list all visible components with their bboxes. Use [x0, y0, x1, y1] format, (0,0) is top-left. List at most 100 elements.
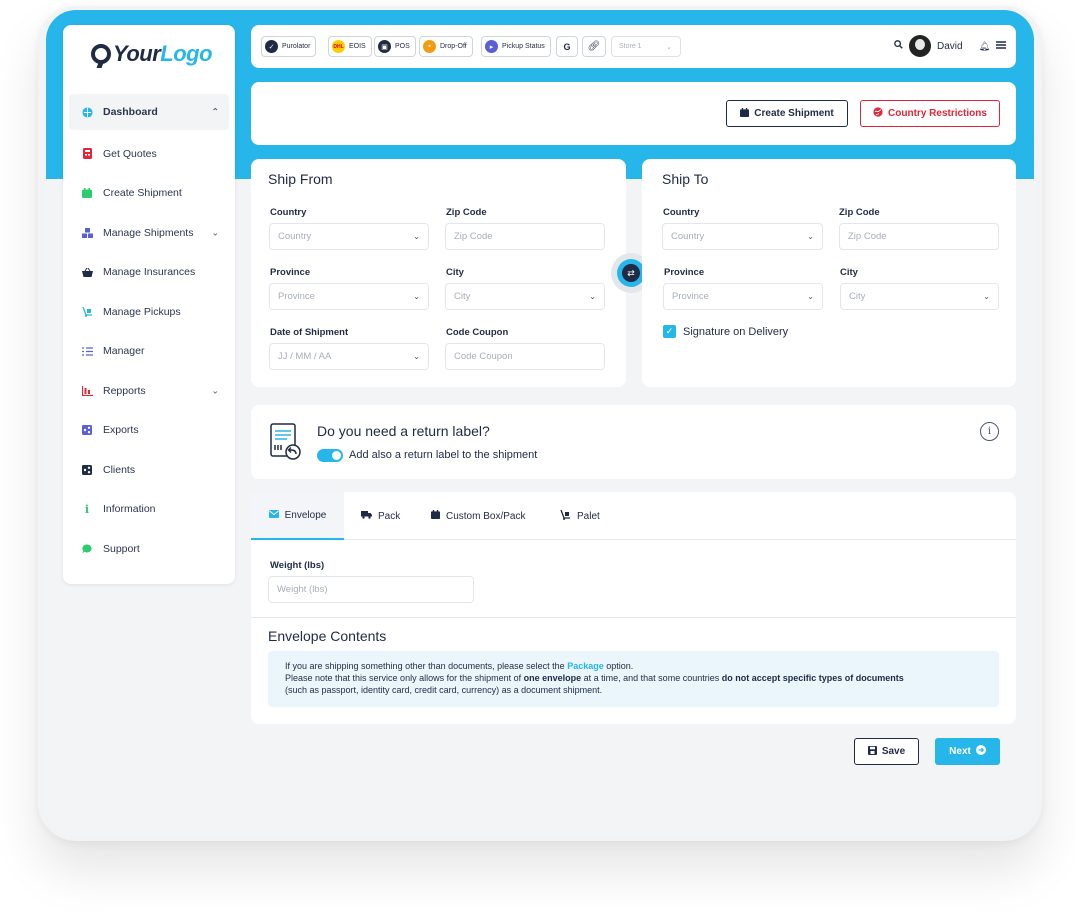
calendar-icon	[740, 107, 750, 120]
section-divider	[251, 617, 1016, 618]
sidebar-item-exports[interactable]: Exports	[69, 411, 229, 451]
shortcut-eois[interactable]: DHL EOIS	[328, 36, 372, 57]
store-select[interactable]: Store 1 ⌄	[611, 36, 681, 57]
calendar-icon	[81, 187, 93, 199]
share-icon	[81, 464, 93, 476]
return-label-toggle[interactable]	[317, 449, 343, 462]
shortcut-pos[interactable]: ▣ POS	[374, 36, 416, 57]
logo[interactable]: Your Logo	[91, 41, 213, 67]
from-province-select[interactable]: Province ⌄	[269, 283, 429, 310]
to-country-label: Country	[663, 207, 700, 218]
shortcut-pickup-status[interactable]: ▸ Pickup Status	[481, 36, 551, 57]
user-name[interactable]: David	[937, 41, 963, 52]
shortcut-label: Drop-Off	[440, 43, 467, 50]
to-zip-label: Zip Code	[839, 207, 880, 218]
calculator-icon	[81, 148, 93, 160]
sidebar: Your Logo Dashboard ⌃ Get Quotes Create S…	[63, 25, 235, 584]
chevron-down-icon: ⌄	[589, 292, 596, 301]
tab-pack[interactable]: Pack	[361, 492, 400, 540]
chevron-down-icon: ⌄	[211, 227, 219, 238]
weight-input[interactable]: Weight (lbs)	[268, 576, 474, 603]
globe-icon	[873, 107, 883, 120]
chat-icon	[81, 543, 93, 555]
share-icon	[81, 424, 93, 436]
logo-pin-icon	[91, 44, 111, 64]
from-city-select[interactable]: City ⌄	[445, 283, 605, 310]
floppy-icon	[867, 745, 877, 758]
envelope-notice: If you are shipping something other than…	[268, 651, 999, 707]
sidebar-item-support[interactable]: Support	[69, 529, 229, 569]
code-coupon-input[interactable]: Code Coupon	[445, 343, 605, 370]
notice-text: If you are shipping something other than…	[285, 661, 568, 671]
notice-bold-text: one envelope	[523, 673, 582, 683]
notice-line-3: (such as passport, identity card, credit…	[285, 685, 603, 695]
basket-icon	[81, 266, 93, 278]
sidebar-item-label: Manage Pickups	[103, 305, 181, 318]
to-zip-placeholder: Zip Code	[848, 231, 887, 242]
sidebar-item-manage-insurances[interactable]: Manage Insurances	[69, 253, 229, 293]
user-area: David 🔔︎	[894, 35, 1006, 57]
sidebar-item-dashboard[interactable]: Dashboard ⌃	[69, 94, 229, 130]
sidebar-item-get-quotes[interactable]: Get Quotes	[69, 134, 229, 174]
package-link[interactable]: Package	[567, 661, 604, 671]
tab-envelope[interactable]: Envelope	[251, 492, 344, 540]
sidebar-item-information[interactable]: i Information	[69, 490, 229, 530]
chevron-down-icon: ⌄	[413, 232, 420, 241]
shortcut-label: POS	[395, 43, 410, 50]
from-country-select[interactable]: Country ⌄	[269, 223, 429, 250]
google-icon: G	[563, 41, 571, 52]
signature-label: Signature on Delivery	[683, 326, 789, 338]
notice-text: at a time, and that some countries	[581, 673, 722, 683]
bell-icon[interactable]: 🔔︎	[979, 41, 990, 52]
check-icon: ✓	[265, 40, 278, 53]
to-city-select[interactable]: City ⌄	[840, 283, 999, 310]
return-label-toggle-label: Add also a return label to the shipment	[349, 449, 538, 461]
sidebar-nav: Dashboard ⌃ Get Quotes Create Shipment M…	[69, 94, 229, 569]
code-coupon-label: Code Coupon	[446, 327, 509, 338]
to-province-select[interactable]: Province ⌄	[663, 283, 823, 310]
code-coupon-placeholder: Code Coupon	[454, 351, 513, 362]
date-of-shipment-select[interactable]: JJ / MM / AA ⌄	[269, 343, 429, 370]
to-zip-input[interactable]: Zip Code	[839, 223, 999, 250]
shortcut-purolator[interactable]: ✓ Purolator	[261, 36, 317, 57]
box-icon	[431, 510, 440, 522]
shortcut-drop-off[interactable]: ▪ Drop-Off	[419, 36, 473, 57]
sidebar-item-create-shipment[interactable]: Create Shipment	[69, 174, 229, 214]
from-province-label: Province	[270, 267, 311, 278]
from-country-label: Country	[270, 207, 307, 218]
to-country-placeholder: Country	[671, 231, 705, 242]
from-zip-placeholder: Zip Code	[454, 231, 493, 242]
chevron-up-icon: ⌃	[211, 106, 219, 117]
truck-icon: ▸	[485, 40, 498, 53]
create-shipment-button[interactable]: Create Shipment	[726, 100, 848, 127]
sidebar-item-repports[interactable]: Repports ⌄	[69, 371, 229, 411]
country-restrictions-label: Country Restrictions	[888, 108, 987, 119]
sidebar-item-label: Get Quotes	[103, 147, 157, 160]
signature-checkbox[interactable]: ✓	[663, 325, 676, 338]
date-of-shipment-label: Date of Shipment	[270, 327, 349, 338]
sidebar-item-manage-shipments[interactable]: Manage Shipments ⌄	[69, 213, 229, 253]
avatar[interactable]	[908, 35, 931, 57]
sidebar-item-label: Manage Insurances	[103, 266, 196, 279]
google-button[interactable]: G	[556, 36, 578, 57]
from-country-placeholder: Country	[278, 231, 312, 242]
next-button[interactable]: Next	[935, 738, 1000, 765]
ship-to-title: Ship To	[662, 171, 709, 187]
sidebar-item-label: Manage Shipments	[103, 226, 194, 239]
search-icon[interactable]	[894, 40, 903, 52]
tab-label: Envelope	[284, 509, 327, 521]
sidebar-item-manager[interactable]: Manager	[69, 332, 229, 372]
tab-palet[interactable]: Palet	[560, 492, 600, 540]
link-button[interactable]: 🔗︎	[582, 36, 606, 57]
from-zip-input[interactable]: Zip Code	[445, 223, 605, 250]
logo-text-logo: Logo	[160, 41, 213, 66]
sidebar-item-clients[interactable]: Clients	[69, 450, 229, 490]
notice-bold-text: do not accept specific types of document…	[721, 673, 904, 683]
save-button[interactable]: Save	[854, 738, 919, 765]
to-country-select[interactable]: Country ⌄	[662, 223, 823, 250]
country-restrictions-button[interactable]: Country Restrictions	[860, 100, 1000, 127]
tab-custom-box-pack[interactable]: Custom Box/Pack	[431, 492, 525, 540]
info-icon[interactable]: i	[980, 422, 999, 441]
sidebar-item-manage-pickups[interactable]: Manage Pickups	[69, 292, 229, 332]
menu-icon[interactable]	[996, 40, 1006, 52]
